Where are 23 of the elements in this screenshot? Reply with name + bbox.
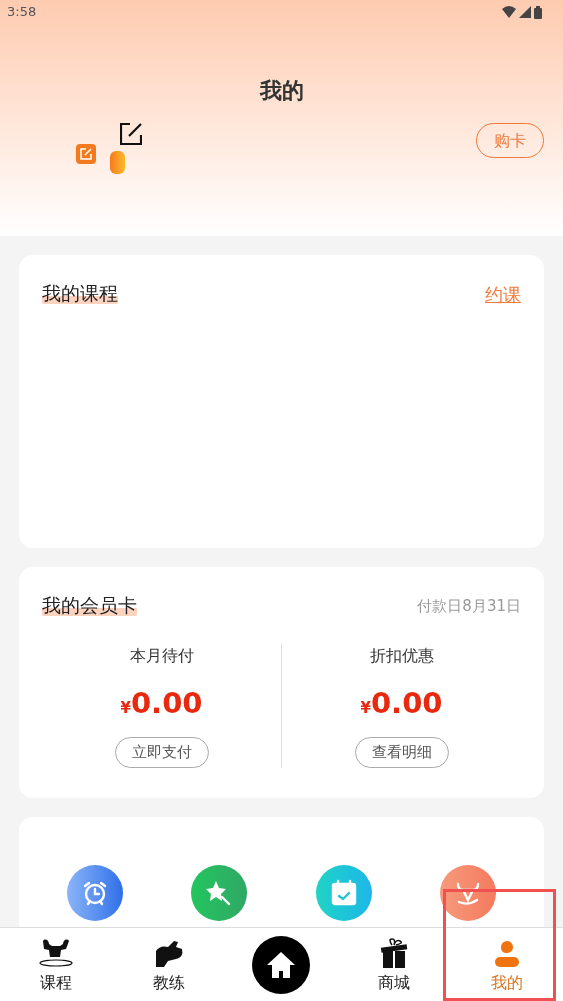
due-date: 付款日8月31日 <box>417 596 521 617</box>
signal-icon <box>519 6 531 18</box>
amount-value: 0.00 <box>370 684 443 722</box>
wifi-icon <box>502 6 516 18</box>
gift-box-icon <box>379 937 410 969</box>
tab-item[interactable]: 课程 <box>0 928 113 1001</box>
tab-item[interactable]: 商城 <box>337 928 451 1001</box>
amount-value: 0.00 <box>130 684 203 722</box>
action-button[interactable]: 立即支付 <box>114 737 209 768</box>
status-time: 3:58 <box>7 3 37 22</box>
amount-label: 本月待付 <box>129 644 194 667</box>
action-button[interactable]: 查看明细 <box>354 737 449 768</box>
tab-item[interactable]: 教练 <box>112 928 226 1001</box>
badge-pill <box>110 151 125 174</box>
currency-symbol: ¥ <box>360 698 371 719</box>
battery-icon <box>534 5 542 19</box>
alarm-clock-icon[interactable] <box>67 865 123 921</box>
page-title: 我的 <box>259 77 304 105</box>
amount-label: 折扣优惠 <box>369 644 434 667</box>
currency-symbol: ¥ <box>120 698 131 719</box>
section-title: 我的课程 <box>42 281 118 305</box>
section-title: 我的会员卡 <box>42 593 137 617</box>
edit-icon[interactable] <box>120 123 142 145</box>
